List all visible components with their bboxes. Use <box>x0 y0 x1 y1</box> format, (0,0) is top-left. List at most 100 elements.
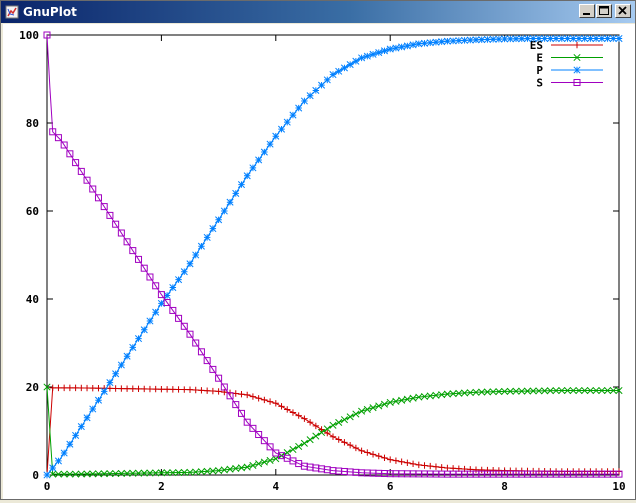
gnuplot-app-icon <box>5 5 19 19</box>
series-point-es <box>404 459 411 466</box>
maximize-icon <box>599 6 609 15</box>
series-point-e <box>300 439 308 447</box>
series-point-p <box>272 132 280 140</box>
series-point-es <box>123 385 131 392</box>
series-point-p <box>94 396 103 404</box>
series-point-es <box>255 395 262 402</box>
series-point-p <box>72 431 80 439</box>
series-point-p <box>615 34 623 43</box>
series-point-p <box>186 260 194 268</box>
series-point-es <box>175 386 182 393</box>
series-point-p <box>455 37 463 45</box>
series-point-es <box>449 465 457 472</box>
close-button[interactable] <box>615 4 631 18</box>
series-point-p <box>523 35 532 43</box>
series-point-es <box>284 406 291 413</box>
series-point-e <box>260 458 268 466</box>
series-point-es <box>266 398 274 405</box>
series-point-p <box>541 34 549 43</box>
series-point-p <box>83 414 91 422</box>
series-point-e <box>295 442 303 450</box>
gnuplot-window: GnuPlot 0 2 4 6 8 10 0 20 40 60 80 100 ES E P S <box>0 0 636 500</box>
series-point-p <box>226 198 234 206</box>
x-tick-label: 4 <box>272 480 279 493</box>
series-point-es <box>60 384 68 392</box>
series-point-es <box>278 403 285 410</box>
series-point-es <box>244 391 251 399</box>
series-point-p <box>106 379 114 387</box>
series-point-p <box>295 104 303 112</box>
series-point-es <box>335 436 342 443</box>
series-point-p <box>478 36 486 44</box>
y-tick-label: 0 <box>32 469 39 482</box>
series-point-es <box>352 444 360 452</box>
gnuplot-chart: 0 2 4 6 8 10020406080100ESEPS <box>19 29 626 493</box>
series-point-p <box>352 57 360 65</box>
series-point-es <box>306 419 314 426</box>
series-point-p <box>266 140 274 148</box>
series-point-e <box>255 460 263 468</box>
series-point-p <box>472 36 480 44</box>
series-point-es <box>158 386 165 393</box>
series-point-es <box>95 385 102 392</box>
series-point-p <box>197 242 205 250</box>
series-line-s <box>46 34 619 475</box>
series-point-p <box>209 225 217 233</box>
y-tick-label: 20 <box>26 381 39 394</box>
series-point-es <box>192 386 199 394</box>
series-point-p <box>146 317 154 325</box>
series-point-p <box>518 35 526 43</box>
series-point-p <box>586 34 594 43</box>
maximize-button[interactable] <box>596 4 612 18</box>
series-point-e <box>249 461 257 469</box>
series-point-p <box>380 47 389 55</box>
window-title: GnuPlot <box>23 5 77 19</box>
series-point-es <box>146 385 154 393</box>
series-point-es <box>427 462 434 470</box>
series-point-p <box>77 423 85 431</box>
series-point-es <box>186 386 194 393</box>
series-point-es <box>381 454 388 462</box>
series-point-p <box>249 164 257 172</box>
series-point-p <box>140 326 148 334</box>
series-point-p <box>506 35 514 43</box>
x-tick-label: 0 <box>44 480 51 493</box>
series-point-p <box>392 44 400 52</box>
series-point-p <box>592 34 600 43</box>
series-point-es <box>249 393 257 400</box>
plot-area: 0 2 4 6 8 10 0 20 40 60 80 100 ES E P S <box>3 24 635 499</box>
title-bar[interactable]: GnuPlot <box>1 1 635 23</box>
series-point-e <box>380 400 389 408</box>
series-point-es <box>66 384 74 392</box>
series-point-es <box>238 391 245 398</box>
series-point-p <box>575 34 583 43</box>
plot-border <box>46 34 620 476</box>
series-point-p <box>243 172 251 180</box>
series-point-p <box>512 35 520 43</box>
series-point-p <box>300 97 308 105</box>
series-point-p <box>432 38 440 46</box>
series-point-p <box>283 118 291 126</box>
series-point-es <box>432 463 440 470</box>
series-point-es <box>346 441 354 449</box>
series-point-es <box>198 387 205 394</box>
series-point-p <box>152 308 160 316</box>
series-point-es <box>169 386 177 393</box>
series-point-p <box>398 43 406 51</box>
series-point-p <box>386 45 394 53</box>
series-line-e <box>46 386 619 475</box>
series-point-p <box>483 35 491 44</box>
series-point-p <box>323 76 331 84</box>
x-tick-label: 8 <box>501 480 508 493</box>
series-point-p <box>369 50 377 58</box>
series-point-p <box>43 471 51 479</box>
series-point-es <box>129 385 136 392</box>
minimize-button[interactable] <box>579 4 595 18</box>
series-point-p <box>123 352 131 360</box>
legend-marker-es <box>573 41 581 49</box>
series-point-es <box>415 461 422 469</box>
series-point-p <box>169 284 177 292</box>
series-point-p <box>175 276 183 284</box>
series-point-es <box>72 384 79 392</box>
series-point-es <box>398 458 405 465</box>
